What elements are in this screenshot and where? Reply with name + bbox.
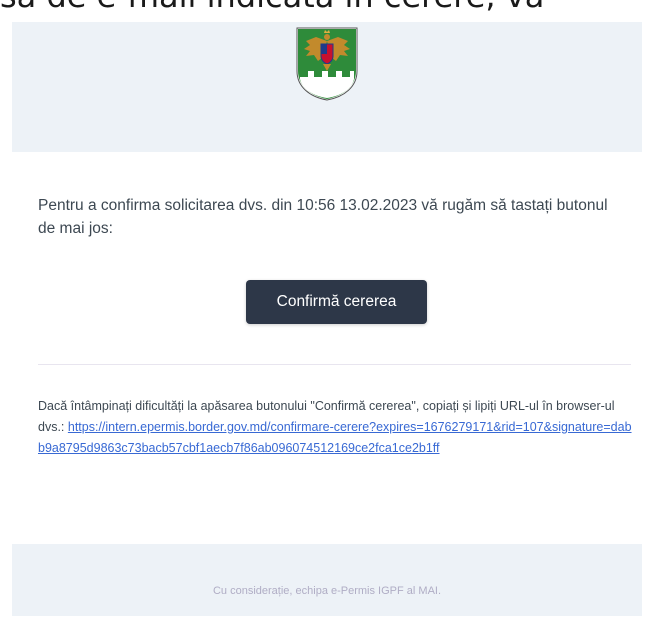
moldova-coat-of-arms-icon (296, 27, 358, 101)
confirmation-url-link[interactable]: https://intern.epermis.border.gov.md/con… (38, 420, 632, 455)
email-header (12, 22, 642, 152)
confirm-request-button[interactable]: Confirmă cererea (246, 280, 427, 324)
intro-text: Pentru a confirma solicitarea dvs. din 1… (38, 197, 608, 237)
top-cut-text: să de e-mail indicată în cerere, vă (0, 0, 544, 16)
divider (38, 364, 631, 365)
footer-signature: Cu considerație, echipa e-Permis IGPF al… (212, 585, 442, 597)
top-cut-text-strip: să de e-mail indicată în cerere, vă (0, 0, 654, 22)
email-body: Pentru a confirma solicitarea dvs. din 1… (12, 152, 642, 544)
subcopy-text: Dacă întâmpinați dificultăți la apăsarea… (38, 396, 634, 459)
email-footer: Cu considerație, echipa e-Permis IGPF al… (12, 544, 642, 616)
